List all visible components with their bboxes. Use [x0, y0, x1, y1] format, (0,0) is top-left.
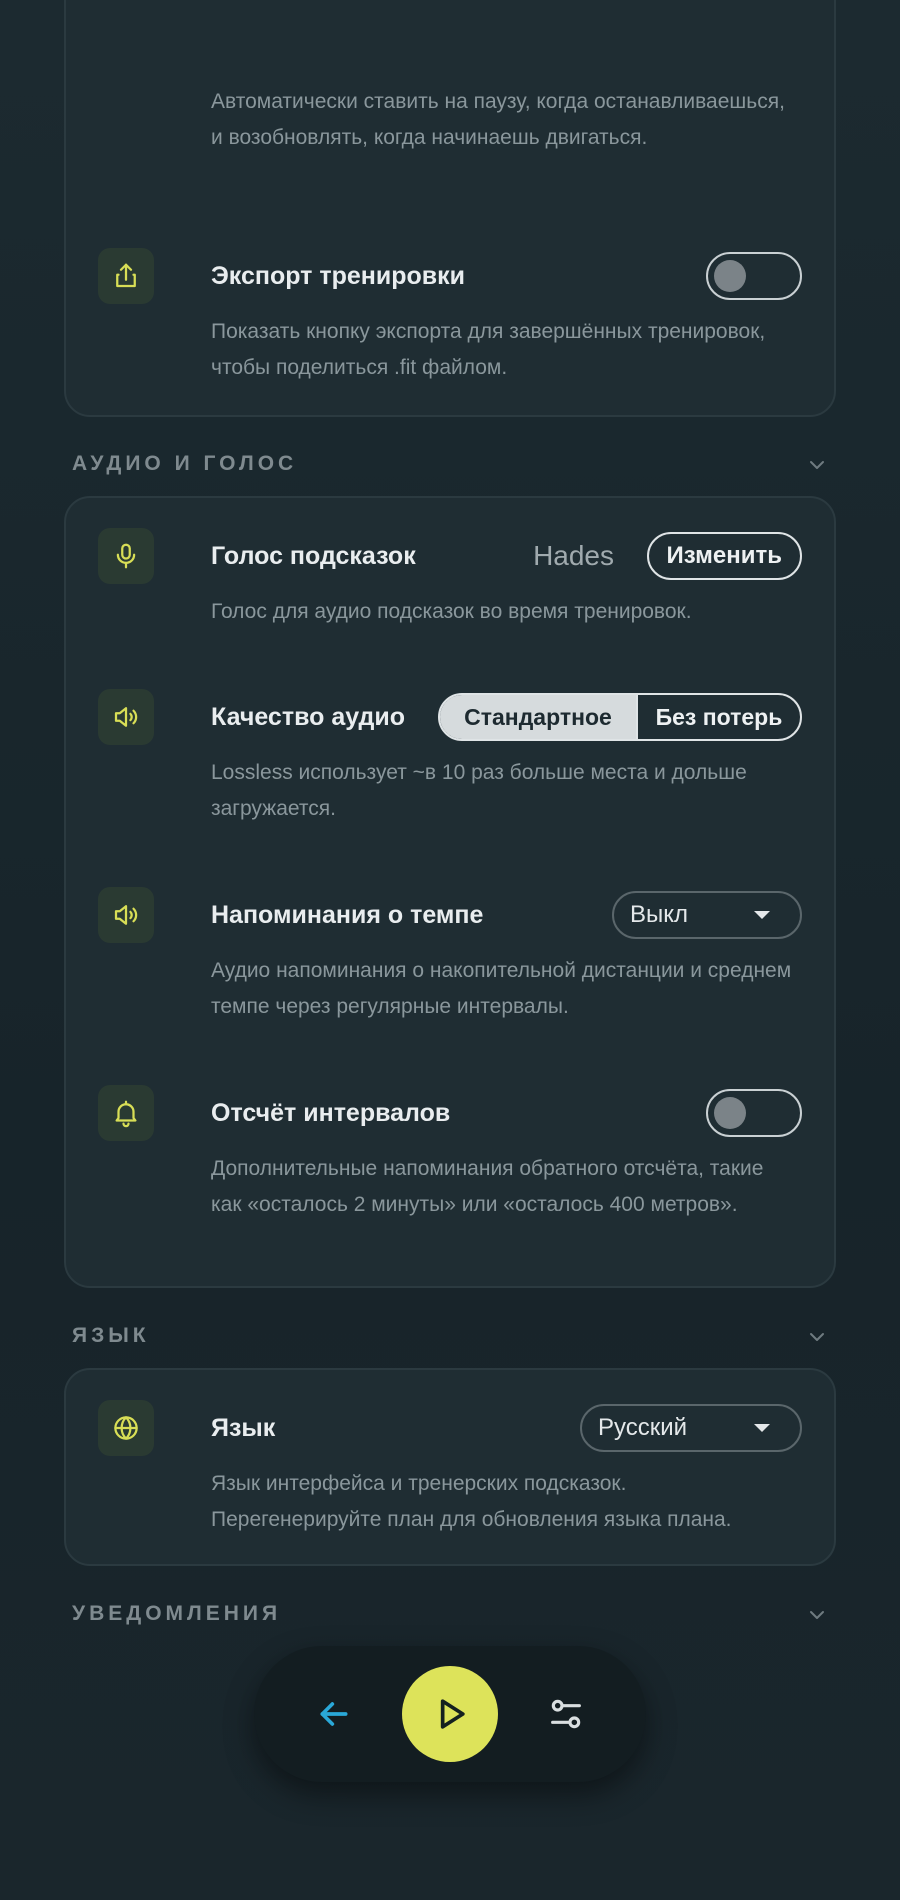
- toggle-knob: [714, 260, 746, 292]
- export-toggle[interactable]: [706, 252, 802, 300]
- intervals-description: Дополнительные напоминания обратного отс…: [211, 1157, 764, 1216]
- pace-description: Аудио напоминания о накопительной дистан…: [211, 959, 792, 1018]
- autopause-description: Автоматически ставить на паузу, когда ос…: [211, 90, 785, 149]
- audio-settings-card: Голос подсказок Hades Изменить Голос для…: [64, 496, 836, 1288]
- microphone-icon: [98, 528, 154, 584]
- intervals-title: Отсчёт интервалов: [211, 1099, 451, 1127]
- bottom-action-dock: [254, 1646, 646, 1782]
- caret-down-icon: [754, 911, 770, 919]
- play-icon: [440, 1699, 465, 1729]
- interval-countdown-toggle[interactable]: [706, 1089, 802, 1137]
- quality-option-standard[interactable]: Стандартное: [440, 695, 636, 739]
- caret-down-icon: [754, 1424, 770, 1432]
- toggle-knob: [714, 1097, 746, 1129]
- change-voice-button[interactable]: Изменить: [646, 532, 802, 580]
- globe-icon: [98, 1400, 154, 1456]
- quality-option-lossless[interactable]: Без потерь: [636, 695, 800, 739]
- language-description: Язык интерфейса и тренерских подсказок. …: [211, 1472, 732, 1531]
- section-label-notifications: УВЕДОМЛЕНИЯ: [72, 1602, 282, 1625]
- speaker-icon: [98, 887, 154, 943]
- export-title: Экспорт тренировки: [211, 262, 466, 290]
- share-upload-icon: [98, 248, 154, 304]
- chevron-down-icon[interactable]: [806, 1326, 828, 1348]
- language-select-value: Русский: [598, 1414, 688, 1441]
- quality-title: Качество аудио: [211, 703, 406, 731]
- voice-title: Голос подсказок: [211, 542, 416, 570]
- pace-select-value: Выкл: [630, 901, 689, 928]
- voice-value: Hades: [533, 540, 614, 571]
- pace-reminder-select[interactable]: Выкл: [612, 891, 802, 939]
- export-description: Показать кнопку экспорта для завершённых…: [211, 320, 766, 379]
- play-button[interactable]: [402, 1666, 498, 1762]
- arrow-left-icon[interactable]: [314, 1694, 354, 1734]
- language-settings-card: Язык Русский Язык интерфейса и тренерски…: [64, 1368, 836, 1566]
- speaker-icon: [98, 689, 154, 745]
- bell-icon: [98, 1085, 154, 1141]
- quality-description: Lossless использует ~в 10 раз больше мес…: [211, 761, 747, 820]
- sliders-icon[interactable]: [546, 1694, 586, 1734]
- language-select[interactable]: Русский: [580, 1404, 802, 1452]
- chevron-down-icon[interactable]: [806, 454, 828, 476]
- chevron-down-icon[interactable]: [806, 1604, 828, 1626]
- audio-quality-segmented-control: Стандартное Без потерь: [438, 693, 802, 741]
- section-label-language: ЯЗЫК: [72, 1324, 150, 1347]
- settings-page: Автоматически ставить на паузу, когда ос…: [0, 0, 900, 1900]
- section-label-audio: АУДИО И ГОЛОС: [72, 452, 298, 475]
- language-title: Язык: [211, 1414, 276, 1442]
- voice-description: Голос для аудио подсказок во время трени…: [211, 600, 692, 623]
- pace-title: Напоминания о темпе: [211, 901, 484, 929]
- workout-settings-card: Автоматически ставить на паузу, когда ос…: [64, 0, 836, 417]
